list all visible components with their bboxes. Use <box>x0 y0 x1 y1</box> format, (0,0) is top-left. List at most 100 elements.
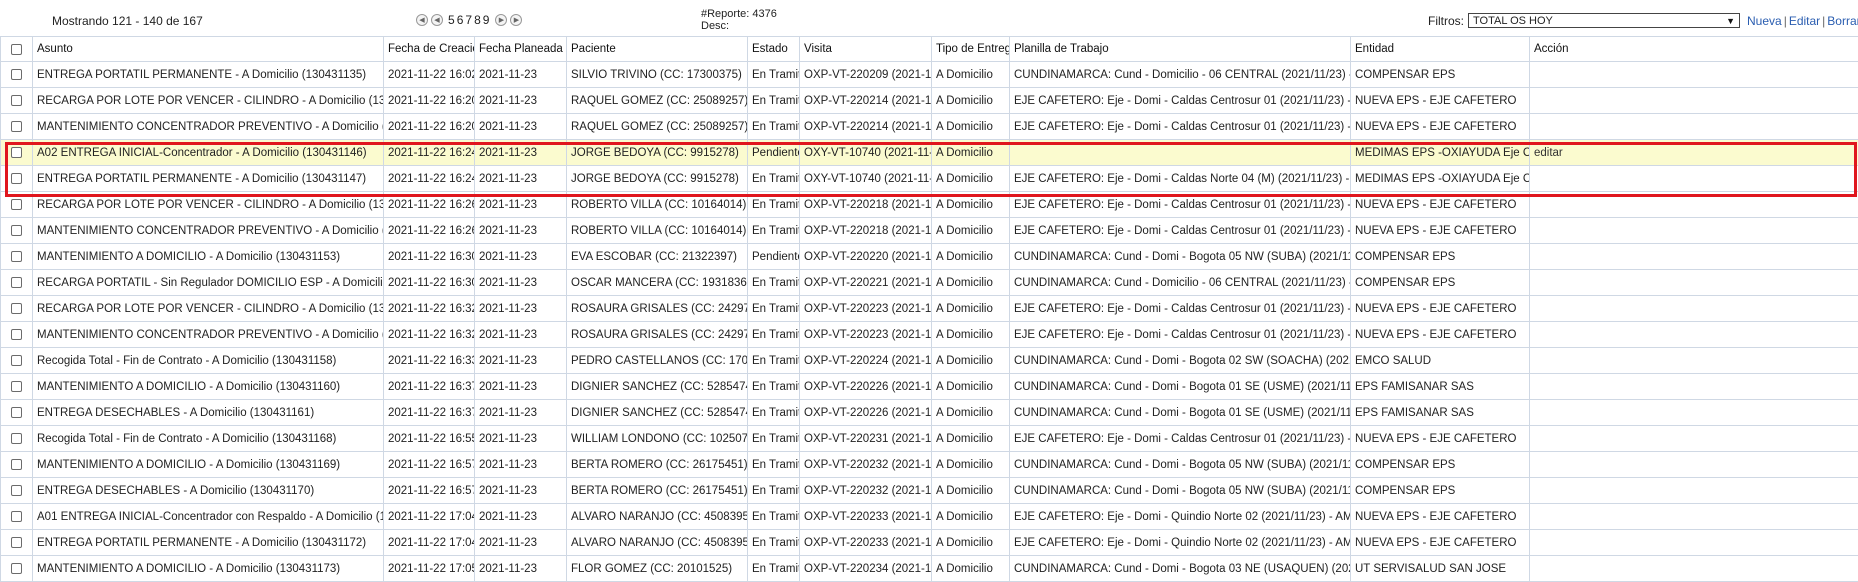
table-row[interactable]: RECARGA POR LOTE POR VENCER - CILINDRO -… <box>0 295 1858 322</box>
row-checkbox[interactable] <box>11 95 22 106</box>
cell-entidad: EMCO SALUD <box>1350 347 1530 374</box>
row-select-cell <box>0 347 33 374</box>
cell-fecha-planeada: 2021-11-23 <box>474 217 567 244</box>
cell-visita: OXP-VT-220224 (2021-11-23) <box>799 347 932 374</box>
row-select-cell <box>0 139 33 166</box>
table-row[interactable]: ENTREGA PORTATIL PERMANENTE - A Domicili… <box>0 165 1858 192</box>
row-checkbox[interactable] <box>11 329 22 340</box>
edit-filter-link[interactable]: Editar <box>1789 14 1820 28</box>
header-asunto[interactable]: Asunto <box>32 36 384 62</box>
header-fecha-planeada[interactable]: Fecha Planeada <box>474 36 567 62</box>
row-checkbox[interactable] <box>11 485 22 496</box>
row-checkbox[interactable] <box>11 407 22 418</box>
cell-planilla: EJE CAFETERO: Eje - Domi - Caldas Centro… <box>1009 217 1351 244</box>
new-filter-link[interactable]: Nueva <box>1747 14 1782 28</box>
row-select-cell <box>0 425 33 452</box>
cell-visita: OXP-VT-220223 (2021-11-23) <box>799 295 932 322</box>
cell-accion <box>1529 373 1858 400</box>
table-row[interactable]: Recogida Total - Fin de Contrato - A Dom… <box>0 347 1858 374</box>
row-checkbox[interactable] <box>11 433 22 444</box>
table-row[interactable]: MANTENIMIENTO CONCENTRADOR PREVENTIVO - … <box>0 113 1858 140</box>
table-row[interactable]: A02 ENTREGA INICIAL-Concentrador - A Dom… <box>0 139 1858 166</box>
cell-tipo-entrega: A Domicilio <box>931 373 1010 400</box>
cell-entidad: COMPENSAR EPS <box>1350 451 1530 478</box>
header-estado[interactable]: Estado <box>747 36 800 62</box>
row-checkbox[interactable] <box>11 69 22 80</box>
row-checkbox[interactable] <box>11 511 22 522</box>
cell-paciente: ROBERTO VILLA (CC: 10164014) <box>566 191 748 218</box>
table-row[interactable]: ENTREGA PORTATIL PERMANENTE - A Domicili… <box>0 529 1858 556</box>
cell-fecha-planeada: 2021-11-23 <box>474 347 567 374</box>
row-checkbox[interactable] <box>11 563 22 574</box>
header-entidad[interactable]: Entidad <box>1350 36 1530 62</box>
header-fecha-creacion[interactable]: Fecha de Creación <box>383 36 475 62</box>
table-row[interactable]: MANTENIMIENTO A DOMICILIO - A Domicilio … <box>0 243 1858 270</box>
row-checkbox[interactable] <box>11 355 22 366</box>
table-row[interactable]: RECARGA PORTATIL - Sin Regulador DOMICIL… <box>0 269 1858 296</box>
cell-paciente: DIGNIER SANCHEZ (CC: 52854741) <box>566 399 748 426</box>
table-row[interactable]: ENTREGA DESECHABLES - A Domicilio (13043… <box>0 477 1858 504</box>
table-row[interactable]: MANTENIMIENTO A DOMICILIO - A Domicilio … <box>0 555 1858 582</box>
row-checkbox[interactable] <box>11 199 22 210</box>
row-select-cell <box>0 191 33 218</box>
delete-filter-link[interactable]: Borrar <box>1827 14 1858 28</box>
cell-planilla: EJE CAFETERO: Eje - Domi - Caldas Centro… <box>1009 113 1351 140</box>
cell-accion <box>1529 451 1858 478</box>
row-select-cell <box>0 451 33 478</box>
page-link[interactable]: 6 <box>457 13 464 27</box>
select-all-checkbox[interactable] <box>11 43 22 55</box>
cell-planilla: EJE CAFETERO: Eje - Domi - Caldas Norte … <box>1009 165 1351 192</box>
header-planilla[interactable]: Planilla de Trabajo <box>1009 36 1351 62</box>
last-page-icon[interactable]: ▶ <box>510 14 523 26</box>
page-link[interactable]: 7 <box>465 13 472 27</box>
header-accion: Acción <box>1529 36 1858 62</box>
header-paciente[interactable]: Paciente <box>566 36 748 62</box>
table-row[interactable]: MANTENIMIENTO CONCENTRADOR PREVENTIVO - … <box>0 217 1858 244</box>
row-checkbox[interactable] <box>11 251 22 262</box>
row-checkbox[interactable] <box>11 303 22 314</box>
cell-asunto: RECARGA POR LOTE POR VENCER - CILINDRO -… <box>32 87 384 114</box>
page-link[interactable]: 5 <box>448 13 455 27</box>
cell-estado: En Tramite <box>747 217 800 244</box>
cell-accion <box>1529 477 1858 504</box>
row-checkbox[interactable] <box>11 459 22 470</box>
next-page-icon[interactable]: ▶ <box>495 14 508 26</box>
cell-fecha-planeada: 2021-11-23 <box>474 399 567 426</box>
table-row[interactable]: ENTREGA DESECHABLES - A Domicilio (13043… <box>0 399 1858 426</box>
row-checkbox[interactable] <box>11 277 22 288</box>
page-link[interactable]: 9 <box>483 13 490 27</box>
table-row[interactable]: ENTREGA PORTATIL PERMANENTE - A Domicili… <box>0 61 1858 88</box>
table-row[interactable]: RECARGA POR LOTE POR VENCER - CILINDRO -… <box>0 191 1858 218</box>
cell-entidad: COMPENSAR EPS <box>1350 269 1530 296</box>
table-row[interactable]: A01 ENTREGA INICIAL-Concentrador con Res… <box>0 503 1858 530</box>
row-checkbox[interactable] <box>11 225 22 236</box>
row-checkbox[interactable] <box>11 121 22 132</box>
table-row[interactable]: MANTENIMIENTO A DOMICILIO - A Domicilio … <box>0 373 1858 400</box>
cell-estado: En Tramite <box>747 425 800 452</box>
report-description: Desc: <box>701 20 730 32</box>
table-row[interactable]: Recogida Total - Fin de Contrato - A Dom… <box>0 425 1858 452</box>
table-row[interactable]: MANTENIMIENTO CONCENTRADOR PREVENTIVO - … <box>0 321 1858 348</box>
report-number: #Reporte: 4376 <box>701 8 777 20</box>
previous-page-icon[interactable]: ◀ <box>431 14 443 26</box>
cell-fecha-planeada: 2021-11-23 <box>474 165 567 192</box>
row-checkbox[interactable] <box>11 537 22 548</box>
row-checkbox[interactable] <box>11 147 22 158</box>
cell-entidad: MEDIMAS EPS -OXIAYUDA Eje Cafetero <box>1350 139 1530 166</box>
header-tipo-entrega[interactable]: Tipo de Entrega <box>931 36 1010 62</box>
row-checkbox[interactable] <box>11 173 22 184</box>
row-checkbox[interactable] <box>11 381 22 392</box>
table-row[interactable]: MANTENIMIENTO A DOMICILIO - A Domicilio … <box>0 451 1858 478</box>
cell-paciente: RAQUEL GOMEZ (CC: 25089257) <box>566 87 748 114</box>
filter-select[interactable]: TOTAL OS HOY ▼ <box>1468 13 1740 28</box>
cell-fecha-creacion: 2021-11-22 16:33 <box>383 347 475 374</box>
first-page-icon[interactable]: ◀ <box>416 14 428 26</box>
cell-asunto: MANTENIMIENTO A DOMICILIO - A Domicilio … <box>32 451 384 478</box>
cell-visita: OXP-VT-220226 (2021-11-23) <box>799 399 932 426</box>
cell-accion[interactable]: editar <box>1529 139 1858 166</box>
table-row[interactable]: RECARGA POR LOTE POR VENCER - CILINDRO -… <box>0 87 1858 114</box>
header-visita[interactable]: Visita <box>799 36 932 62</box>
page-link[interactable]: 8 <box>474 13 481 27</box>
cell-fecha-creacion: 2021-11-22 16:32 <box>383 321 475 348</box>
row-select-cell <box>0 87 33 114</box>
